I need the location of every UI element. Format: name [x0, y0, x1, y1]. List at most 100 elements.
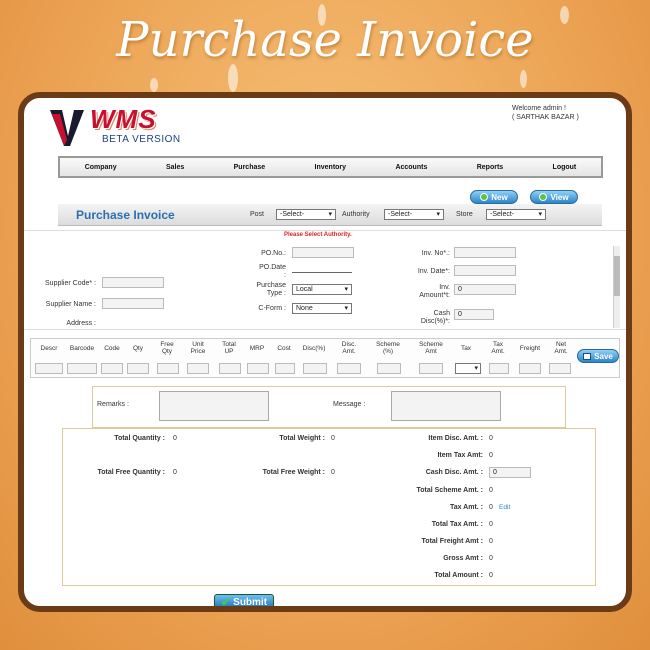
menu-reports[interactable]: Reports — [477, 164, 503, 171]
po-date-label-line2: : — [284, 272, 286, 279]
new-button[interactable]: New — [470, 190, 518, 204]
po-date-label-line1: PO.Date — [259, 264, 286, 271]
tax-select[interactable]: ▾ — [455, 363, 481, 374]
title-bar: Purchase Invoice Post -Select- Authority… — [58, 204, 602, 226]
cform-select[interactable]: None — [292, 303, 352, 314]
po-no-label: PO.No.: — [261, 250, 286, 257]
cost-cell[interactable] — [275, 363, 295, 374]
cash-disc-input[interactable]: 0 — [454, 309, 494, 320]
tax-edit-link[interactable]: Edit — [499, 504, 510, 511]
total-tax-label: Total Tax Amt. : — [431, 521, 483, 528]
supplier-name-input[interactable] — [102, 298, 164, 309]
submit-button[interactable]: ✔ Submit — [214, 594, 274, 609]
inv-no-input[interactable] — [454, 247, 516, 258]
logo-subtitle: BETA VERSION — [102, 134, 181, 145]
inv-date-label: Inv. Date*: — [417, 268, 450, 275]
scrollbar-thumb[interactable] — [614, 256, 620, 296]
banner-title: Purchase Invoice — [116, 12, 534, 68]
inv-amount-label-line2: Amount*t: — [419, 292, 450, 299]
total-weight-value: 0 — [331, 435, 335, 442]
purchase-type-select[interactable]: Local — [292, 284, 352, 295]
scheme-amt-cell[interactable] — [419, 363, 443, 374]
save-icon — [583, 352, 592, 360]
cash-disc-label-line2: Disc(%)*: — [420, 318, 450, 325]
item-tax-label: Item Tax Amt: — [437, 452, 483, 459]
welcome-store: ( SARTHAK BAZAR ) — [512, 114, 579, 121]
chevron-down-icon: ▾ — [474, 365, 478, 372]
col-scheme-amt: Scheme Amt — [419, 341, 443, 355]
authority-select[interactable]: -Select- — [384, 209, 444, 220]
total-tax-value: 0 — [489, 521, 493, 528]
inv-amount-input[interactable]: 0 — [454, 284, 516, 295]
col-scheme-pct: Scheme (%) — [376, 341, 400, 355]
supplier-name-label: Supplier Name : — [45, 301, 96, 308]
bokeh-light — [228, 64, 238, 92]
tax-amt-cell[interactable] — [489, 363, 509, 374]
descr-cell[interactable] — [35, 363, 63, 374]
col-unit-price: Unit Price — [190, 341, 206, 355]
submit-label: Submit — [233, 596, 268, 608]
post-select[interactable]: -Select- — [276, 209, 336, 220]
supplier-code-label: Supplier Code* : — [45, 280, 96, 287]
cash-disc-amt-input[interactable]: 0 — [489, 467, 531, 478]
barcode-cell[interactable] — [67, 363, 97, 374]
menu-accounts[interactable]: Accounts — [395, 164, 427, 171]
mrp-cell[interactable] — [247, 363, 269, 374]
form-scrollbar[interactable] — [613, 246, 620, 328]
col-freight: Freight — [519, 345, 541, 352]
menu-company[interactable]: Company — [85, 164, 117, 171]
cash-disc-amt-label: Cash Disc. Amt. : — [425, 469, 483, 476]
menu-purchase[interactable]: Purchase — [234, 164, 266, 171]
col-qty: Qty — [132, 345, 144, 352]
check-icon: ✔ — [220, 596, 231, 609]
total-up-cell[interactable] — [219, 363, 241, 374]
col-tax: Tax — [460, 345, 472, 352]
supplier-code-input[interactable] — [102, 277, 164, 288]
bokeh-light — [150, 78, 158, 92]
total-scheme-value: 0 — [489, 487, 493, 494]
disc-amt-cell[interactable] — [337, 363, 361, 374]
col-tax-amt: Tax Amt. — [491, 341, 505, 355]
item-disc-label: Item Disc. Amt. : — [428, 435, 483, 442]
free-qty-cell[interactable] — [157, 363, 179, 374]
save-button[interactable]: Save — [577, 349, 619, 363]
total-amount-label: Total Amount : — [434, 572, 483, 579]
disc-pct-cell[interactable] — [303, 363, 327, 374]
total-free-weight-value: 0 — [331, 469, 335, 476]
scheme-pct-cell[interactable] — [377, 363, 401, 374]
save-label: Save — [594, 351, 613, 361]
main-menu: Company Sales Purchase Inventory Account… — [58, 156, 603, 178]
po-no-input[interactable] — [292, 247, 354, 258]
po-date-field[interactable] — [292, 272, 352, 273]
post-label: Post — [250, 211, 265, 218]
welcome-message: Welcome admin ! ( SARTHAK BAZAR ) — [512, 104, 579, 122]
gross-label: Gross Amt : — [443, 555, 483, 562]
col-net-amt: Net Amt. — [554, 341, 568, 355]
menu-inventory[interactable]: Inventory — [315, 164, 347, 171]
message-textarea[interactable] — [391, 391, 501, 421]
store-label: Store — [456, 211, 473, 218]
remarks-textarea[interactable] — [159, 391, 269, 421]
menu-sales[interactable]: Sales — [166, 164, 184, 171]
qty-cell[interactable] — [127, 363, 149, 374]
inv-amount-label-line1: Inv. — [439, 284, 450, 291]
total-scheme-label: Total Scheme Amt. : — [416, 487, 483, 494]
inv-date-input[interactable] — [454, 265, 516, 276]
po-date-label: PO.Date : — [224, 264, 286, 280]
purchase-type-label-line1: Purchase — [256, 282, 286, 289]
bokeh-light — [520, 70, 527, 88]
freight-cell[interactable] — [519, 363, 541, 374]
message-label: Message : — [333, 401, 366, 408]
view-button[interactable]: View — [530, 190, 578, 204]
purchase-type-label-line2: Type : — [266, 290, 286, 297]
col-mrp: MRP — [249, 345, 265, 352]
store-select[interactable]: -Select- — [486, 209, 546, 220]
code-cell[interactable] — [101, 363, 123, 374]
menu-logout[interactable]: Logout — [553, 164, 577, 171]
tax-amt-label: Tax Amt. : — [449, 504, 483, 511]
tax-amt-value: 0 — [489, 504, 493, 511]
unit-price-cell[interactable] — [187, 363, 209, 374]
view-label: View — [550, 192, 569, 202]
net-amt-cell[interactable] — [549, 363, 571, 374]
remarks-label: Remarks : — [97, 401, 129, 408]
